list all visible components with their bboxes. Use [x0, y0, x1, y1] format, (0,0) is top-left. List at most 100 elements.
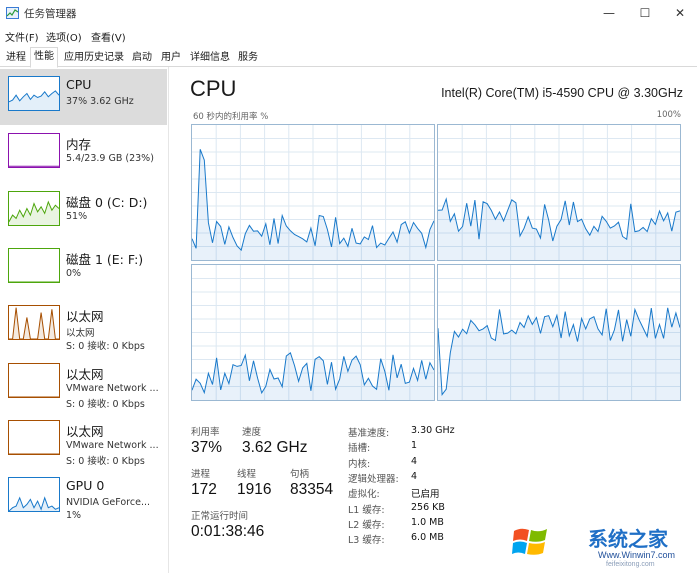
cpu-model-name: Intel(R) Core(TM) i5-4590 CPU @ 3.30GHz: [441, 86, 683, 100]
page-title: CPU: [190, 76, 237, 101]
detail-value: 4: [411, 470, 418, 482]
tab-processes[interactable]: 进程: [2, 48, 30, 67]
cpu-core-graph-plot: [192, 125, 434, 260]
detail-key: L3 缓存:: [348, 535, 385, 547]
cpu-core-graph: [191, 124, 435, 261]
detail-value: 256 KB: [411, 501, 445, 513]
sidebar-sparkline-plot: [9, 166, 59, 168]
sidebar-item[interactable]: 以太网 VMware Network ... S: 0 接收: 0 Kbps: [0, 413, 167, 469]
sidebar-item-subtitle: VMware Network ...: [66, 382, 159, 394]
sidebar-item-subtitle: 5.4/23.9 GB (23%): [66, 153, 154, 165]
sidebar-item-subtitle: 0%: [66, 267, 82, 279]
detail-key: 内核:: [348, 458, 371, 470]
sidebar-sparkline: [8, 133, 60, 169]
detail-value: 1: [411, 440, 418, 452]
sidebar-item-title: 以太网: [66, 423, 104, 439]
menu-file[interactable]: 文件(F): [5, 29, 39, 44]
detail-key: 插槽:: [348, 443, 371, 455]
sidebar-item-subtitle: NVIDIA GeForce...: [66, 497, 151, 509]
detail-value: 1.0 MB: [411, 516, 444, 528]
window-title: 任务管理器: [24, 8, 77, 20]
sidebar-sparkline: [8, 419, 60, 455]
close-button[interactable]: ✕: [665, 3, 695, 23]
processes-value: 172: [191, 481, 217, 498]
minimize-button[interactable]: —: [594, 3, 624, 23]
site-watermark: 系统之家 Www.Winwin7.com feifeixitong.com: [498, 517, 697, 573]
watermark-subsite: feifeixitong.com: [606, 561, 655, 568]
detail-key: 虚拟化:: [348, 489, 380, 501]
sidebar-item-detail: S: 0 接收: 0 Kbps: [66, 341, 145, 353]
cpu-core-graph-plot: [192, 265, 434, 400]
sidebar-sparkline: [8, 305, 60, 341]
sidebar-item-title: 以太网: [66, 309, 104, 325]
resource-sidebar: CPU 37% 3.62 GHz 内存 5.4/23.9 GB (23%) 磁盘 0 (…: [0, 67, 169, 573]
sidebar-item[interactable]: CPU 37% 3.62 GHz: [0, 69, 167, 125]
menu-view[interactable]: 查看(V): [91, 29, 126, 44]
sidebar-item-title: CPU: [66, 77, 92, 92]
graph-caption: 60 秒内的利用率 %: [193, 112, 269, 122]
detail-key: L2 缓存:: [348, 519, 385, 531]
tab-app-history[interactable]: 应用历史记录: [60, 48, 128, 67]
sidebar-item-title: 磁盘 1 (E: F:): [66, 251, 144, 267]
watermark-brand: 系统之家: [588, 527, 668, 551]
sidebar-item-detail: S: 0 接收: 0 Kbps: [66, 398, 145, 410]
utilization-value: 37%: [191, 439, 223, 456]
sidebar-item[interactable]: GPU 0 NVIDIA GeForce... 1%: [0, 470, 167, 526]
sidebar-sparkline-plot: [9, 281, 59, 282]
sidebar-item-title: 磁盘 0 (C: D:): [66, 194, 148, 210]
sidebar-item-subtitle: 37% 3.62 GHz: [66, 96, 134, 107]
maximize-button[interactable]: ☐: [630, 3, 660, 23]
sidebar-item-detail: 1%: [66, 510, 82, 522]
sidebar-sparkline-plot: [9, 200, 59, 225]
sidebar-item[interactable]: 内存 5.4/23.9 GB (23%): [0, 126, 167, 182]
detail-value: 4: [411, 455, 418, 467]
uptime-label: 正常运行时间: [191, 511, 249, 522]
sidebar-sparkline: [8, 477, 60, 513]
sidebar-item-title: GPU 0: [66, 478, 105, 494]
sidebar-sparkline-plot: [9, 396, 59, 397]
sidebar-sparkline-plot: [9, 307, 59, 340]
sidebar-item-subtitle: 51%: [66, 210, 88, 222]
cpu-core-graph: [437, 264, 681, 401]
detail-value: 3.30 GHz: [411, 425, 455, 436]
handles-value: 83354: [290, 481, 334, 498]
graph-max-label: 100%: [656, 110, 681, 120]
sidebar-item[interactable]: 磁盘 0 (C: D:) 51%: [0, 184, 167, 240]
task-manager-icon: [6, 7, 19, 19]
cpu-core-graph: [437, 124, 681, 261]
menu-bar: 文件(F) 选项(O) 查看(V): [0, 26, 697, 44]
sidebar-sparkline-plot: [9, 453, 59, 454]
tab-details[interactable]: 详细信息: [186, 48, 234, 67]
threads-value: 1916: [237, 481, 272, 498]
sidebar-item[interactable]: 以太网 以太网 S: 0 接收: 0 Kbps: [0, 298, 167, 354]
sidebar-item-subtitle: 以太网: [66, 328, 95, 340]
speed-value: 3.62 GHz: [242, 439, 308, 456]
sidebar-sparkline-plot: [9, 90, 59, 110]
tab-performance[interactable]: 性能: [30, 47, 58, 68]
tab-bar: 进程 性能 应用历史记录 启动 用户 详细信息 服务: [0, 46, 697, 68]
sidebar-item[interactable]: 以太网 VMware Network ... S: 0 接收: 0 Kbps: [0, 356, 167, 412]
detail-value: 已启用: [411, 489, 440, 501]
tab-services[interactable]: 服务: [234, 48, 262, 67]
threads-label: 线程: [237, 469, 257, 480]
sidebar-sparkline-area: [9, 201, 59, 225]
handles-label: 句柄: [290, 469, 310, 480]
cpu-core-graph: [191, 264, 435, 401]
menu-options[interactable]: 选项(O): [46, 29, 82, 44]
tab-startup[interactable]: 启动: [128, 48, 156, 67]
sidebar-item[interactable]: 磁盘 1 (E: F:) 0%: [0, 241, 167, 297]
sidebar-sparkline: [8, 247, 60, 283]
detail-value: 6.0 MB: [411, 532, 444, 544]
speed-label: 速度: [242, 427, 262, 438]
detail-key: 基准速度:: [348, 428, 390, 439]
detail-key: L1 缓存:: [348, 504, 385, 516]
watermark-site: Www.Winwin7.com: [598, 550, 676, 560]
sidebar-item-detail: S: 0 接收: 0 Kbps: [66, 455, 145, 467]
sidebar-sparkline: [8, 190, 60, 226]
tab-users[interactable]: 用户: [157, 48, 185, 67]
processes-label: 进程: [191, 469, 211, 480]
cpu-core-graph-plot: [438, 265, 680, 400]
title-bar: 任务管理器 — ☐ ✕: [0, 0, 697, 26]
cpu-core-graph-plot: [438, 125, 680, 260]
uptime-value: 0:01:38:46: [191, 523, 265, 540]
